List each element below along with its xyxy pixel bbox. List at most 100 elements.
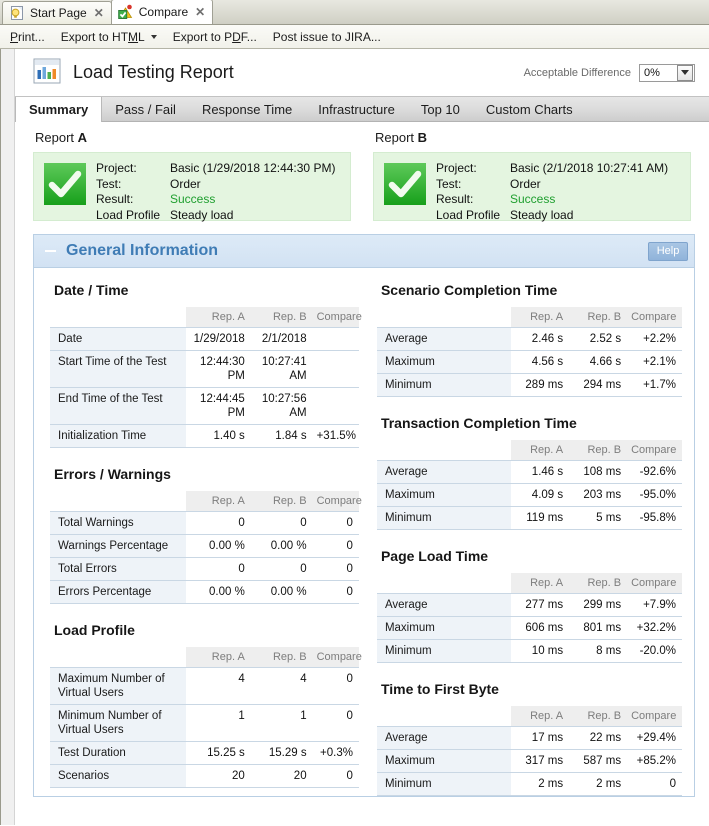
block-time-to-first-byte: Time to First Byte Rep. A Rep. B Compare xyxy=(376,681,682,796)
cell-rep-b: 10:27:56 AM xyxy=(250,387,313,425)
report-a-card: Project: Basic (1/29/2018 12:44:30 PM) T… xyxy=(33,152,351,223)
document-tab-compare[interactable]: Compare ✕ xyxy=(110,0,214,24)
cell-rep-a: 4.09 s xyxy=(511,483,570,507)
report-a-row-project: Project: Basic (1/29/2018 12:44:30 PM) xyxy=(96,161,335,177)
table-row: Average 2.46 s 2.52 s +2.2% xyxy=(376,327,682,351)
col-header-rep-b: Rep. B xyxy=(250,491,313,512)
row-label: Minimum Number of Virtual Users xyxy=(50,704,186,742)
cell-rep-a: 0.00 % xyxy=(185,580,251,604)
chevron-down-icon[interactable] xyxy=(677,64,693,81)
row-label: End Time of the Test xyxy=(50,387,186,425)
cell-compare: +29.4% xyxy=(627,726,682,750)
post-jira-command[interactable]: Post issue to JIRA... xyxy=(273,30,381,44)
vertical-scrollbar[interactable] xyxy=(1,49,15,825)
panel-header[interactable]: General Information Help xyxy=(34,235,694,268)
load-profile-table: Rep. A Rep. B Compare Maximum Number of … xyxy=(50,647,362,788)
table-row: Maximum 4.09 s 203 ms -95.0% xyxy=(376,483,682,507)
row-label: Minimum xyxy=(376,373,512,397)
table-row: Errors Percentage 0.00 % 0.00 % 0 xyxy=(50,580,359,604)
col-header-rep-b: Rep. B xyxy=(569,440,628,461)
cell-rep-a: 1.46 s xyxy=(511,460,570,484)
report-tabs: Summary Pass / Fail Response Time Infras… xyxy=(15,96,709,122)
help-button[interactable]: Help xyxy=(648,241,688,261)
col-header-rep-a: Rep. A xyxy=(185,491,251,512)
cell-compare xyxy=(312,387,359,425)
document-tab-start-page[interactable]: Start Page ✕ xyxy=(2,1,112,24)
table-row: Maximum Number of Virtual Users 4 4 0 xyxy=(50,667,359,705)
tab-summary[interactable]: Summary xyxy=(15,97,103,122)
cell-rep-b: 294 ms xyxy=(569,373,628,397)
page-load-time-table: Rep. A Rep. B Compare Average 277 ms 299… xyxy=(376,573,682,663)
export-html-command[interactable]: Export to HTML xyxy=(61,30,157,44)
cell-rep-b: 0 xyxy=(250,511,313,535)
block-title: Date / Time xyxy=(54,282,129,298)
general-information-panel: General Information Help Date / Time Rep… xyxy=(33,234,695,797)
cell-rep-b: 4 xyxy=(250,667,313,705)
report-b-caption-letter: B xyxy=(417,130,428,145)
cell-rep-a: 1.40 s xyxy=(185,424,251,448)
tab-top-10[interactable]: Top 10 xyxy=(408,97,473,121)
report-a-row-test: Test: Order xyxy=(96,177,335,193)
cell-rep-a: 0 xyxy=(185,557,251,581)
export-html-label: Export to HTML xyxy=(60,29,145,44)
collapse-minus-icon[interactable] xyxy=(44,245,57,258)
table-header-row: Rep. A Rep. B Compare xyxy=(50,491,362,512)
col-header-compare: Compare xyxy=(312,647,362,668)
col-header-rep-b: Rep. B xyxy=(250,307,313,328)
cell-compare: -95.0% xyxy=(627,483,682,507)
block-title: Load Profile xyxy=(54,622,135,638)
tab-response-time[interactable]: Response Time xyxy=(189,97,305,121)
cell-compare: +31.5% xyxy=(312,424,359,448)
col-header-compare: Compare xyxy=(627,307,682,328)
tab-pass-fail[interactable]: Pass / Fail xyxy=(102,97,189,121)
cell-rep-a: 2 ms xyxy=(511,772,570,796)
cell-rep-a: 17 ms xyxy=(511,726,570,750)
block-title: Errors / Warnings xyxy=(54,466,171,482)
lightbulb-icon xyxy=(9,5,25,21)
right-column: Scenario Completion Time Rep. A Rep. B C… xyxy=(373,282,682,796)
acceptable-difference-select[interactable]: 0% xyxy=(639,63,695,82)
cell-compare: 0 xyxy=(312,764,359,788)
cell-compare xyxy=(312,327,359,351)
col-header-compare: Compare xyxy=(312,307,362,328)
row-label: Minimum xyxy=(376,772,512,796)
cell-rep-a: 119 ms xyxy=(511,506,570,530)
cell-rep-b: 1.84 s xyxy=(250,424,313,448)
table-row: Total Warnings 0 0 0 xyxy=(50,511,359,535)
report-b-caption: Report B xyxy=(373,128,691,152)
row-label: Test Duration xyxy=(50,741,186,765)
block-date-time: Date / Time Rep. A Rep. B Compare Date 1… xyxy=(50,282,362,448)
close-icon[interactable]: ✕ xyxy=(92,7,104,19)
tab-infrastructure[interactable]: Infrastructure xyxy=(305,97,408,121)
cell-compare: 0 xyxy=(312,511,359,535)
acceptable-difference-value: 0% xyxy=(644,66,660,79)
cell-rep-b: 0 xyxy=(250,557,313,581)
chevron-down-icon[interactable] xyxy=(150,34,157,39)
table-row: Test Duration 15.25 s 15.29 s +0.3% xyxy=(50,741,359,765)
col-header-rep-a: Rep. A xyxy=(185,647,251,668)
close-icon[interactable]: ✕ xyxy=(193,6,205,18)
report-b-row-load-profile: Load Profile Steady load xyxy=(436,208,668,224)
cell-compare xyxy=(312,350,359,388)
cell-rep-a: 1 xyxy=(185,704,251,742)
report-b-column: Report B Project: Basic (2/1/2018 10:27:… xyxy=(373,128,691,224)
block-title: Page Load Time xyxy=(380,548,489,564)
scenario-completion-time-table: Rep. A Rep. B Compare Average 2.46 s 2.5… xyxy=(376,307,682,397)
tab-custom-charts[interactable]: Custom Charts xyxy=(473,97,586,121)
row-label: Maximum xyxy=(376,350,512,374)
row-label: Average xyxy=(376,593,512,617)
table-header-row: Rep. A Rep. B Compare xyxy=(377,706,682,727)
col-header-metric xyxy=(377,706,511,727)
block-page-load-time: Page Load Time Rep. A Rep. B Compare Ave… xyxy=(376,548,682,663)
col-header-compare: Compare xyxy=(627,573,682,594)
block-title: Transaction Completion Time xyxy=(380,415,577,431)
print-command[interactable]: Print... xyxy=(10,30,45,44)
report-a-fields: Project: Basic (1/29/2018 12:44:30 PM) T… xyxy=(96,161,335,223)
cell-rep-b: 1 xyxy=(250,704,313,742)
date-time-table: Rep. A Rep. B Compare Date 1/29/2018 2/1… xyxy=(50,307,362,448)
document-tab-strip: Start Page ✕ Compare ✕ xyxy=(0,0,709,25)
cell-compare: -95.8% xyxy=(627,506,682,530)
table-row: Total Errors 0 0 0 xyxy=(50,557,359,581)
cell-compare: +85.2% xyxy=(627,749,682,773)
export-pdf-command[interactable]: Export to PDF... xyxy=(173,30,257,44)
